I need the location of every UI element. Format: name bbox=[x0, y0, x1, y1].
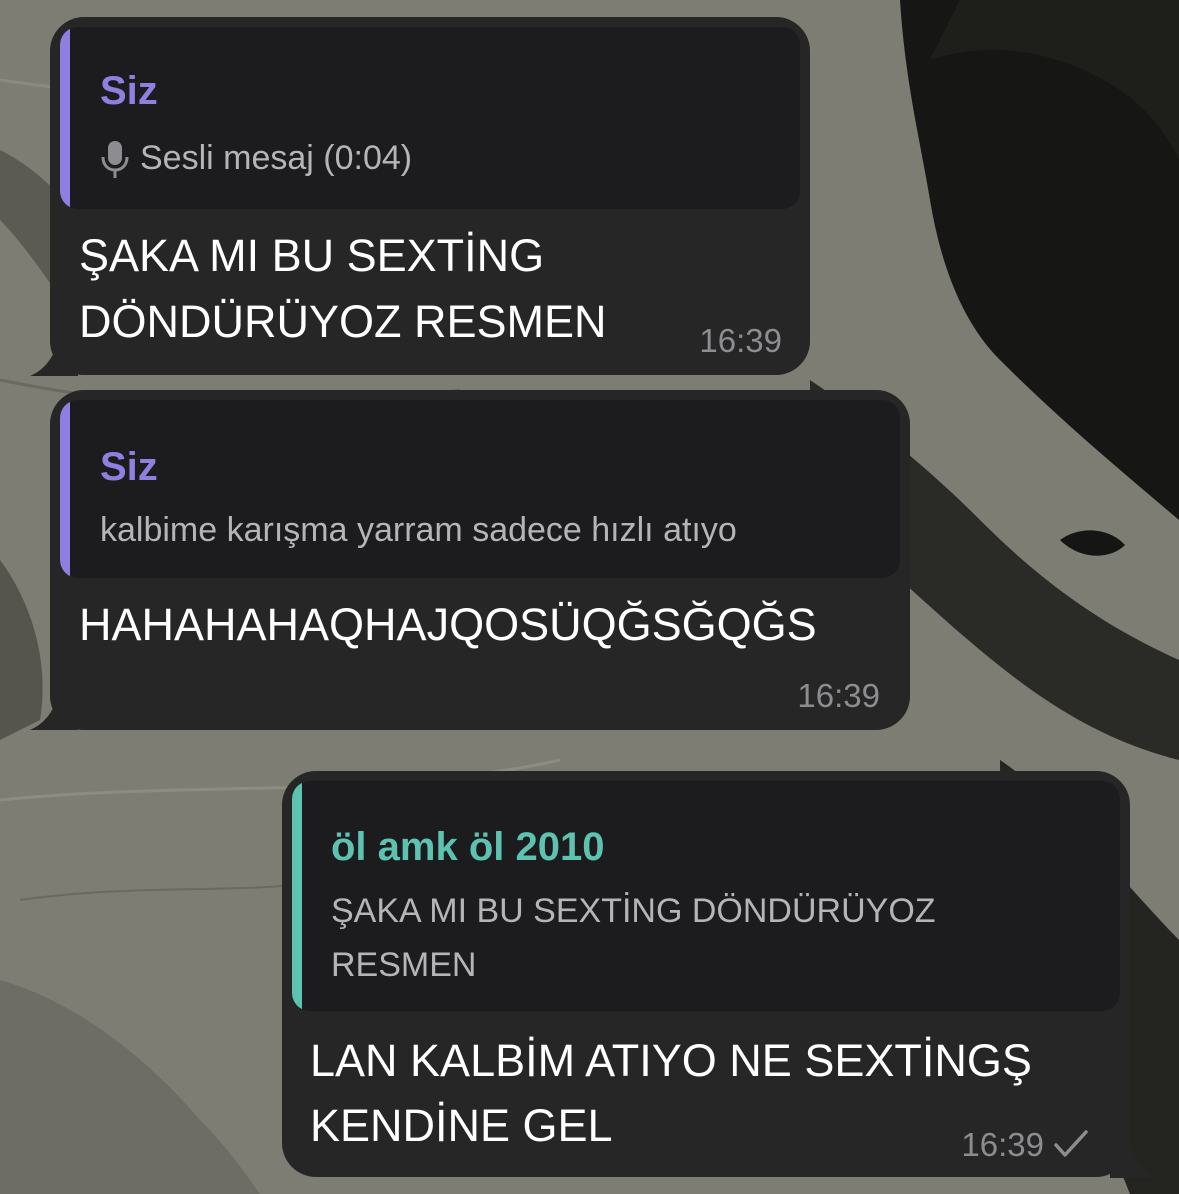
reply-accent-bar bbox=[60, 400, 70, 578]
message-timestamp: 16:39 bbox=[699, 322, 782, 359]
message-text-line: LAN KALBİM ATIYO NE SEXTİNGŞ bbox=[310, 1035, 1032, 1086]
reply-accent-bar bbox=[60, 27, 70, 209]
reply-text: Sesli mesaj (0:04) bbox=[140, 139, 413, 177]
reply-text-line: RESMEN bbox=[331, 946, 477, 984]
message-text-line: HAHAHAHAQHAJQOSÜQĞSĞQĞS bbox=[79, 599, 817, 650]
message-text-line: DÖNDÜRÜYOZ RESMEN bbox=[79, 296, 607, 347]
message-bubble-incoming[interactable]: Siz kalbime karışma yarram sadece hızlı … bbox=[50, 390, 910, 730]
reply-preview[interactable]: öl amk öl 2010 ŞAKA MI BU SEXTİNG DÖNDÜR… bbox=[292, 781, 1120, 1011]
reply-preview[interactable]: Siz kalbime karışma yarram sadece hızlı … bbox=[60, 400, 900, 578]
reply-author: öl amk öl 2010 bbox=[331, 825, 605, 869]
microphone-icon bbox=[101, 141, 129, 178]
reply-author: Siz bbox=[100, 445, 158, 489]
message-timestamp: 16:39 bbox=[961, 1126, 1044, 1163]
reply-author: Siz bbox=[100, 69, 158, 113]
message-timestamp: 16:39 bbox=[797, 677, 880, 714]
checkmark-icon bbox=[1054, 1130, 1088, 1157]
reply-text: kalbime karışma yarram sadece hızlı atıy… bbox=[100, 511, 737, 549]
reply-text-line: ŞAKA MI BU SEXTİNG DÖNDÜRÜYOZ bbox=[331, 892, 936, 930]
reply-preview[interactable]: Siz Sesli mesaj (0:04) bbox=[60, 27, 800, 209]
message-text-line: KENDİNE GEL bbox=[310, 1100, 613, 1151]
message-text-line: ŞAKA MI BU SEXTİNG bbox=[79, 230, 545, 281]
message-bubble-outgoing[interactable]: öl amk öl 2010 ŞAKA MI BU SEXTİNG DÖNDÜR… bbox=[282, 771, 1130, 1177]
message-bubble-incoming[interactable]: Siz Sesli mesaj (0:04) ŞAKA MI BU SEXTİN… bbox=[50, 17, 810, 375]
reply-accent-bar bbox=[292, 781, 302, 1011]
